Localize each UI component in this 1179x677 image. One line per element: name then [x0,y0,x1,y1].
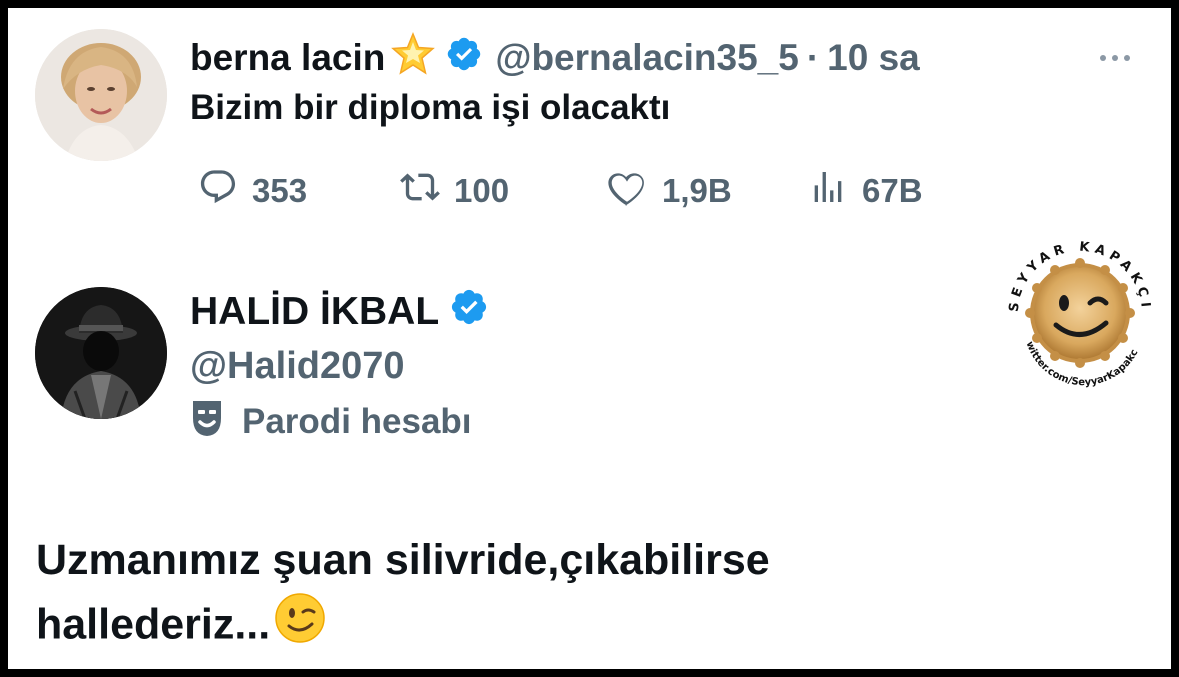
separator-dot: · [806,37,820,78]
avatar-halid[interactable] [35,287,167,419]
reply-text-line-2: hallederiz... [36,592,1036,662]
reply-text: Uzmanımız şuan silivride,çıkabilirse hal… [36,528,1036,662]
verified-badge-icon [449,287,489,337]
reply-text-line-2-text: hallederiz... [36,600,271,649]
retweet-button[interactable]: 100 [400,163,509,219]
star-icon [391,31,436,85]
author-name[interactable]: berna lacin [190,37,385,79]
views-icon [808,167,862,215]
screenshot-frame: berna lacin @bernalacin35_5 · 10 sa Bizi… [8,8,1171,669]
bottle-cap-icon [1025,258,1135,368]
wink-emoji-icon [274,592,326,662]
views-count: 67B [862,172,923,209]
parody-label-row: Parodi hesabı [190,397,472,447]
profile-handle[interactable]: @Halid2070 [190,338,405,394]
tweet-time[interactable]: 10 sa [827,37,920,79]
parody-label: Parodi hesabı [242,402,472,441]
more-icon[interactable] [1100,30,1130,86]
parody-mask-icon [190,398,242,447]
avatar-berna[interactable] [35,29,167,161]
tweet-header: berna lacin @bernalacin35_5 · 10 sa [190,30,920,86]
like-button[interactable]: 1,9B [606,163,732,219]
retweet-count: 100 [454,172,510,209]
views-button[interactable]: 67B [808,163,923,219]
profile-name[interactable]: HALİD İKBAL [190,290,439,334]
tweet-text: Bizim bir diploma işi olacaktı [190,88,671,127]
retweet-icon [400,167,454,215]
reply-text-line-1: Uzmanımız şuan silivride,çıkabilirse [36,536,770,584]
like-icon [606,166,662,216]
tweet-actions: 353 100 1,9B 67B [190,163,950,219]
author-handle[interactable]: @bernalacin35_5 [495,37,798,79]
like-count: 1,9B [662,172,732,209]
reply-button[interactable]: 353 [198,163,307,219]
profile-name-row: HALİD İKBAL [190,284,489,340]
verified-badge-icon [445,35,483,82]
reply-icon [198,167,252,215]
watermark-stamp: SEYYAR KAPAKÇI twitter.com/SeyyarKapakci [996,213,1163,406]
reply-count: 353 [252,172,308,209]
